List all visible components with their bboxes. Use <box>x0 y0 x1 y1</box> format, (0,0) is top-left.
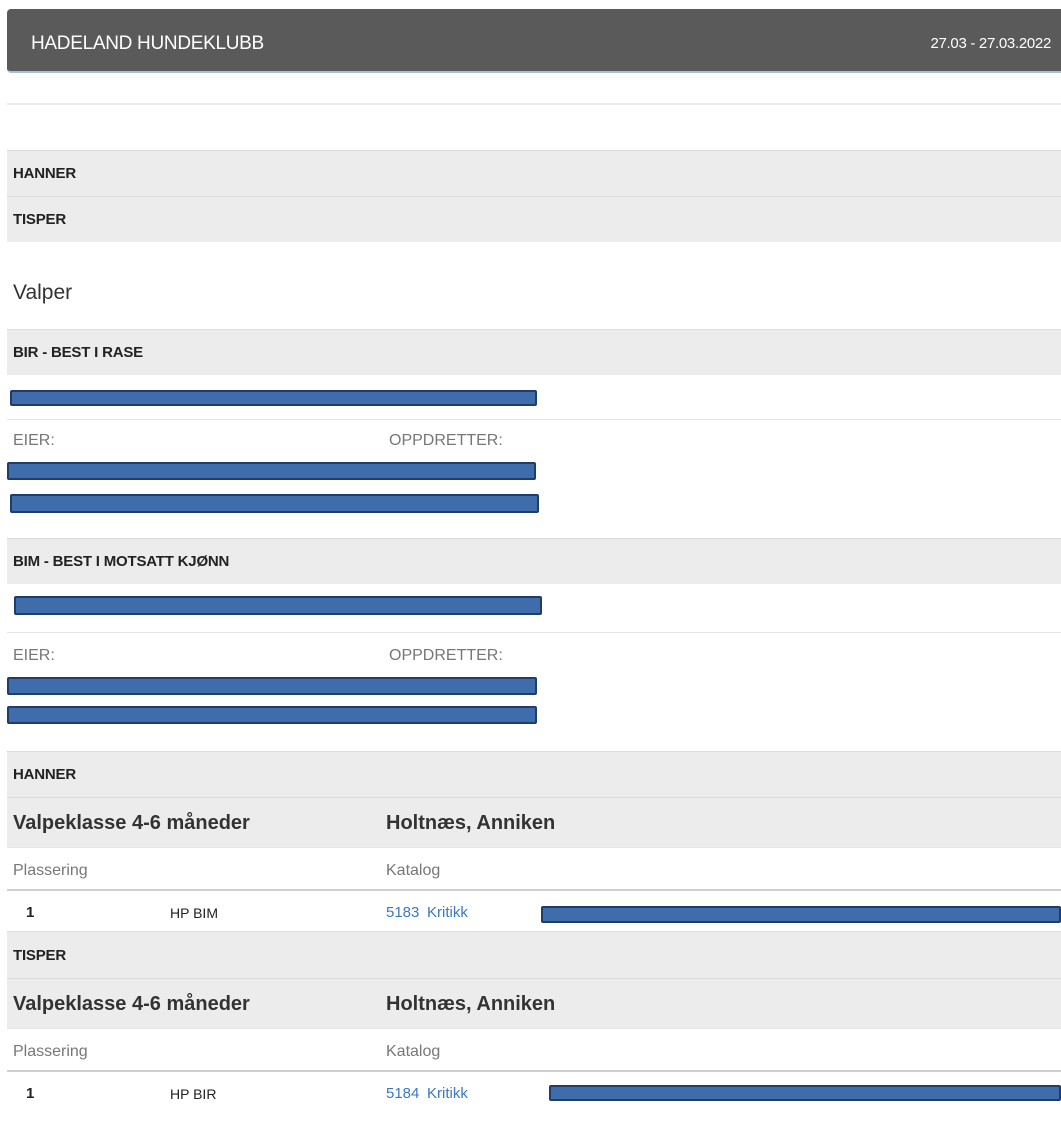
column-header-row: Plassering Katalog <box>7 1028 1061 1072</box>
bir-title: BIR - BEST I RASE <box>13 344 143 361</box>
bim-title: BIM - BEST I MOTSATT KJØNN <box>13 553 230 570</box>
col-katalog: Katalog <box>386 1043 441 1060</box>
class-header-hanner: Valpeklasse 4-6 måneder Holtnæs, Anniken <box>7 797 1061 847</box>
col-katalog: Katalog <box>386 862 441 879</box>
judge-name: Holtnæs, Anniken <box>386 812 556 834</box>
eier-label: EIER: <box>13 432 55 449</box>
judge-name: Holtnæs, Anniken <box>386 993 556 1015</box>
kritikk-link[interactable]: Kritikk <box>427 904 468 921</box>
section-label: HANNER <box>13 165 76 182</box>
award: HP BIM <box>170 905 218 921</box>
section-tisper: TISPER <box>7 931 1061 978</box>
bim-owner-row: EIER: OPPDRETTER: <box>7 632 1061 676</box>
show-dates: 27.03 - 27.03.2022 <box>930 35 1051 52</box>
catalog-number-link[interactable]: 5184 <box>386 1085 419 1102</box>
oppdretter-label: OPPDRETTER: <box>389 432 503 449</box>
col-plassering: Plassering <box>13 1043 88 1060</box>
club-title: HADELAND HUNDEKLUBB <box>31 33 264 54</box>
valper-heading: Valper <box>13 281 73 304</box>
redacted-breeder <box>10 494 539 513</box>
catalog-number-link[interactable]: 5183 <box>386 904 419 921</box>
redacted-dog-name <box>549 1085 1061 1101</box>
col-plassering: Plassering <box>13 862 88 879</box>
section-tisper-top[interactable]: TISPER <box>7 196 1061 242</box>
redacted-owner <box>7 677 537 695</box>
section-label: HANNER <box>13 766 76 783</box>
kritikk-link[interactable]: Kritikk <box>427 1085 468 1102</box>
class-name: Valpeklasse 4-6 måneder <box>13 812 250 834</box>
redacted-dog-name <box>541 906 1061 923</box>
redacted-dog-name <box>10 390 537 406</box>
section-hanner: HANNER <box>7 751 1061 797</box>
redacted-breeder <box>7 706 537 724</box>
section-hanner-top[interactable]: HANNER <box>7 150 1061 196</box>
section-label: TISPER <box>13 211 66 228</box>
award: HP BIR <box>170 1086 217 1102</box>
placement: 1 <box>26 904 35 921</box>
eier-label: EIER: <box>13 647 55 664</box>
oppdretter-label: OPPDRETTER: <box>389 647 503 664</box>
redacted-owner <box>7 462 536 480</box>
redacted-dog-name <box>14 596 542 615</box>
section-label: TISPER <box>13 946 66 964</box>
column-header-row: Plassering Katalog <box>7 847 1061 891</box>
placement: 1 <box>26 1085 35 1102</box>
bir-owner-row: EIER: OPPDRETTER: <box>7 419 1061 463</box>
show-header-bar: HADELAND HUNDEKLUBB 27.03 - 27.03.2022 <box>7 9 1061 73</box>
class-name: Valpeklasse 4-6 måneder <box>13 993 250 1015</box>
bim-section-header: BIM - BEST I MOTSATT KJØNN <box>7 538 1061 584</box>
bir-section-header: BIR - BEST I RASE <box>7 329 1061 375</box>
divider <box>7 103 1061 105</box>
class-header-tisper: Valpeklasse 4-6 måneder Holtnæs, Anniken <box>7 978 1061 1028</box>
